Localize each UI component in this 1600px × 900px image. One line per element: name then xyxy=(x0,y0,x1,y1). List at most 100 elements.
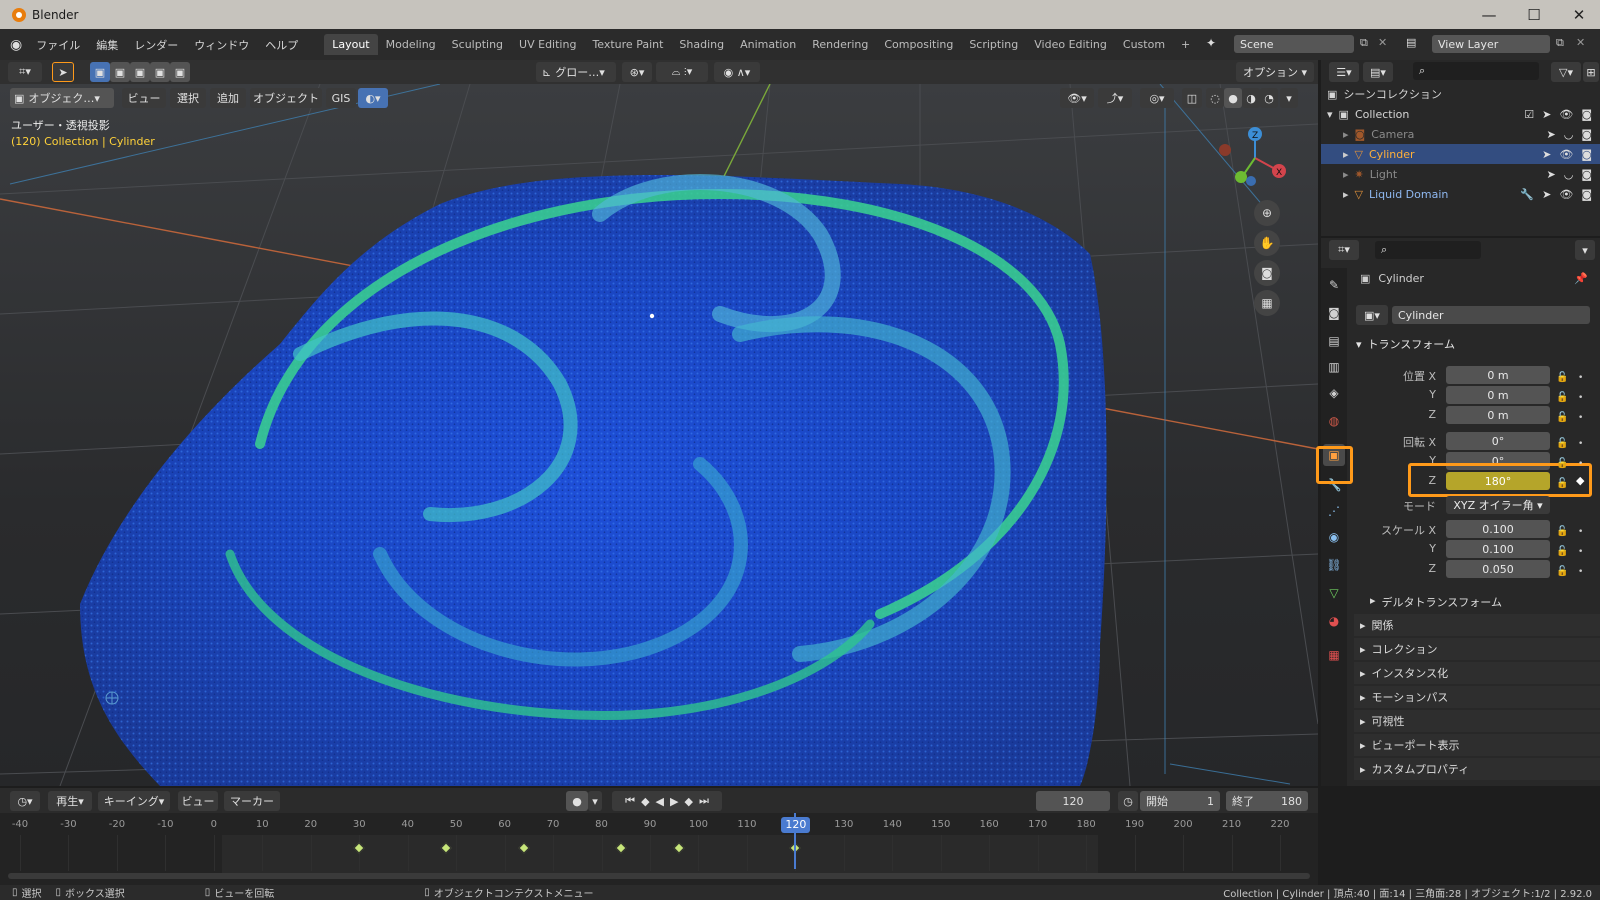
output-tab-icon[interactable]: ▤ xyxy=(1323,330,1345,352)
transform-orientation-dropdown[interactable]: ⊾ グロー… ▾ xyxy=(536,62,616,82)
menu-file[interactable]: ファイル xyxy=(28,37,88,53)
outliner-row-light[interactable]: ▸ ✷ Light ➤ ◡ ◙ xyxy=(1321,164,1600,184)
zoom-view-icon[interactable]: ⊕ xyxy=(1254,200,1280,226)
gis-tool-icon[interactable]: ◐▾ xyxy=(358,88,388,108)
view-layer-icon[interactable]: ▤ xyxy=(1406,36,1416,49)
render-camera-icon[interactable]: ◙ xyxy=(1581,188,1592,201)
expand-arrow-icon[interactable]: ▸ xyxy=(1343,128,1349,141)
mode-dropdown[interactable]: ▣ オブジェク… ▾ xyxy=(10,88,114,108)
tab-uv-editing[interactable]: UV Editing xyxy=(511,34,584,55)
texture-tab-icon[interactable]: ▦ xyxy=(1323,644,1345,666)
render-camera-icon[interactable]: ◙ xyxy=(1581,148,1592,161)
visibility-eye-icon[interactable]: 👁 xyxy=(1559,188,1573,201)
menu-edit[interactable]: 編集 xyxy=(88,37,126,53)
select-tool-icon[interactable]: ➤ xyxy=(52,62,74,82)
tab-custom[interactable]: Custom xyxy=(1115,34,1173,55)
pan-view-icon[interactable]: ✋ xyxy=(1254,230,1280,256)
new-collection-icon[interactable]: ⊞ xyxy=(1583,62,1599,82)
expand-arrow-icon[interactable]: ▸ xyxy=(1343,148,1349,161)
expand-arrow-icon[interactable]: ▸ xyxy=(1343,188,1349,201)
panel-collections[interactable]: ▸ コレクション xyxy=(1354,638,1600,660)
scene-selector-icon[interactable]: ✦ xyxy=(1206,36,1230,54)
select-mode-subtract-icon[interactable]: ▣ xyxy=(130,62,150,82)
render-camera-icon[interactable]: ◙ xyxy=(1581,108,1592,121)
new-view-layer-icon[interactable]: ⧉ xyxy=(1556,36,1564,50)
timeline-editor-type-icon[interactable]: ◷▾ xyxy=(10,791,40,811)
panel-visibility[interactable]: ▸ 可視性 xyxy=(1354,710,1600,732)
object-name-field[interactable]: Cylinder xyxy=(1392,306,1590,324)
tab-rendering[interactable]: Rendering xyxy=(804,34,876,55)
keyframe-dots-rotation[interactable]: • • xyxy=(1578,434,1583,474)
menu-gis[interactable]: GIS xyxy=(326,88,356,108)
pin-icon[interactable]: 📌 xyxy=(1574,272,1588,285)
blender-menu-icon[interactable]: ◉ xyxy=(10,37,22,53)
panel-viewport-display[interactable]: ▸ ビューポート表示 xyxy=(1354,734,1600,756)
auto-keying-icon[interactable]: ● xyxy=(566,791,588,811)
keyframe-dots-scale[interactable]: • • • xyxy=(1578,522,1583,582)
material-tab-icon[interactable]: ◕ xyxy=(1323,610,1345,632)
snap-icon[interactable]: ⌓ ⫶▾ xyxy=(656,62,708,82)
menu-add[interactable]: 追加 xyxy=(210,88,246,108)
playback-dropdown[interactable]: 再生 ▾ xyxy=(48,791,92,811)
selectable-icon[interactable]: ➤ xyxy=(1542,108,1551,121)
scale-x-field[interactable]: 0.100 xyxy=(1446,520,1550,538)
select-mode-new-icon[interactable]: ▣ xyxy=(90,62,110,82)
tab-texture-paint[interactable]: Texture Paint xyxy=(584,34,671,55)
xray-toggle-icon[interactable]: ◫ xyxy=(1182,88,1202,108)
physics-tab-icon[interactable]: ◉ xyxy=(1323,526,1345,548)
proportional-edit-icon[interactable]: ◉ ∧▾ xyxy=(714,62,760,82)
selectable-icon[interactable]: ➤ xyxy=(1546,128,1555,141)
select-mode-invert-icon[interactable]: ▣ xyxy=(150,62,170,82)
tab-animation[interactable]: Animation xyxy=(732,34,804,55)
location-y-field[interactable]: 0 m xyxy=(1446,386,1550,404)
timeline-scrollbar[interactable] xyxy=(8,873,1310,879)
tab-compositing[interactable]: Compositing xyxy=(876,34,961,55)
panel-custom-properties[interactable]: ▸ カスタムプロパティ xyxy=(1354,758,1600,780)
auto-keying-options-icon[interactable]: ▾ xyxy=(588,791,602,811)
end-frame-field[interactable]: 終了 180 xyxy=(1226,791,1308,811)
particles-tab-icon[interactable]: ⋰ xyxy=(1323,500,1345,522)
properties-options-icon[interactable]: ▾ xyxy=(1575,240,1595,260)
selectable-icon[interactable]: ➤ xyxy=(1546,168,1555,181)
tab-video-editing[interactable]: Video Editing xyxy=(1026,34,1115,55)
shading-options-icon[interactable]: ▾ xyxy=(1280,88,1298,108)
next-keyframe-icon[interactable]: ◆ xyxy=(684,795,692,808)
menu-help[interactable]: ヘルプ xyxy=(257,37,306,53)
shading-solid-icon[interactable]: ● xyxy=(1224,88,1242,108)
tab-modeling[interactable]: Modeling xyxy=(378,34,444,55)
mesh-data-tab-icon[interactable]: ▽ xyxy=(1323,582,1345,604)
keying-dropdown[interactable]: キーイング ▾ xyxy=(98,791,170,811)
jump-start-icon[interactable]: ⏮ xyxy=(625,794,635,808)
hidden-eye-icon[interactable]: ◡ xyxy=(1564,128,1574,141)
panel-instancing[interactable]: ▸ インスタンス化 xyxy=(1354,662,1600,684)
panel-relations[interactable]: ▸ 関係 xyxy=(1354,614,1600,636)
maximize-button[interactable]: ☐ xyxy=(1511,0,1557,29)
delta-transform-panel[interactable]: ▸ デルタトランスフォーム xyxy=(1370,594,1502,610)
menu-view[interactable]: ビュー xyxy=(122,88,166,108)
visibility-eye-icon[interactable]: 👁 xyxy=(1559,148,1573,161)
shading-rendered-icon[interactable]: ◔ xyxy=(1260,88,1278,108)
editor-type-icon[interactable]: ⌗▾ xyxy=(8,62,42,82)
render-camera-icon[interactable]: ◙ xyxy=(1581,168,1592,181)
constraints-tab-icon[interactable]: ⛓ xyxy=(1323,554,1345,576)
prev-keyframe-icon[interactable]: ◆ xyxy=(641,795,649,808)
select-mode-intersect-icon[interactable]: ▣ xyxy=(170,62,190,82)
menu-render[interactable]: レンダー xyxy=(126,37,186,53)
rotation-mode-dropdown[interactable]: XYZ オイラー角 ▾ xyxy=(1446,496,1550,514)
view-layer-tab-icon[interactable]: ▥ xyxy=(1323,356,1345,378)
gizmo-toggle-icon[interactable]: ⤴▾ xyxy=(1098,88,1132,108)
preview-range-icon[interactable]: ◷ xyxy=(1118,791,1138,811)
start-frame-field[interactable]: 開始 1 xyxy=(1140,791,1220,811)
shading-material-icon[interactable]: ◑ xyxy=(1242,88,1260,108)
scale-y-field[interactable]: 0.100 xyxy=(1446,540,1550,558)
outliner-row-cylinder[interactable]: ▸ ▽ Cylinder ➤ 👁 ◙ xyxy=(1321,144,1600,164)
camera-view-icon[interactable]: ◙ xyxy=(1254,260,1280,286)
navigation-gizmo[interactable]: Z X xyxy=(1208,118,1294,188)
visibility-eye-icon[interactable]: 👁 xyxy=(1559,108,1573,121)
add-workspace-button[interactable]: + xyxy=(1173,34,1198,55)
marker-menu[interactable]: マーカー xyxy=(224,791,280,811)
close-button[interactable]: ✕ xyxy=(1556,0,1600,29)
timeline-view-menu[interactable]: ビュー xyxy=(178,791,218,811)
play-reverse-icon[interactable]: ◀ xyxy=(656,795,664,808)
lock-icons-location[interactable]: 🔓 🔓 🔓 xyxy=(1556,368,1568,428)
